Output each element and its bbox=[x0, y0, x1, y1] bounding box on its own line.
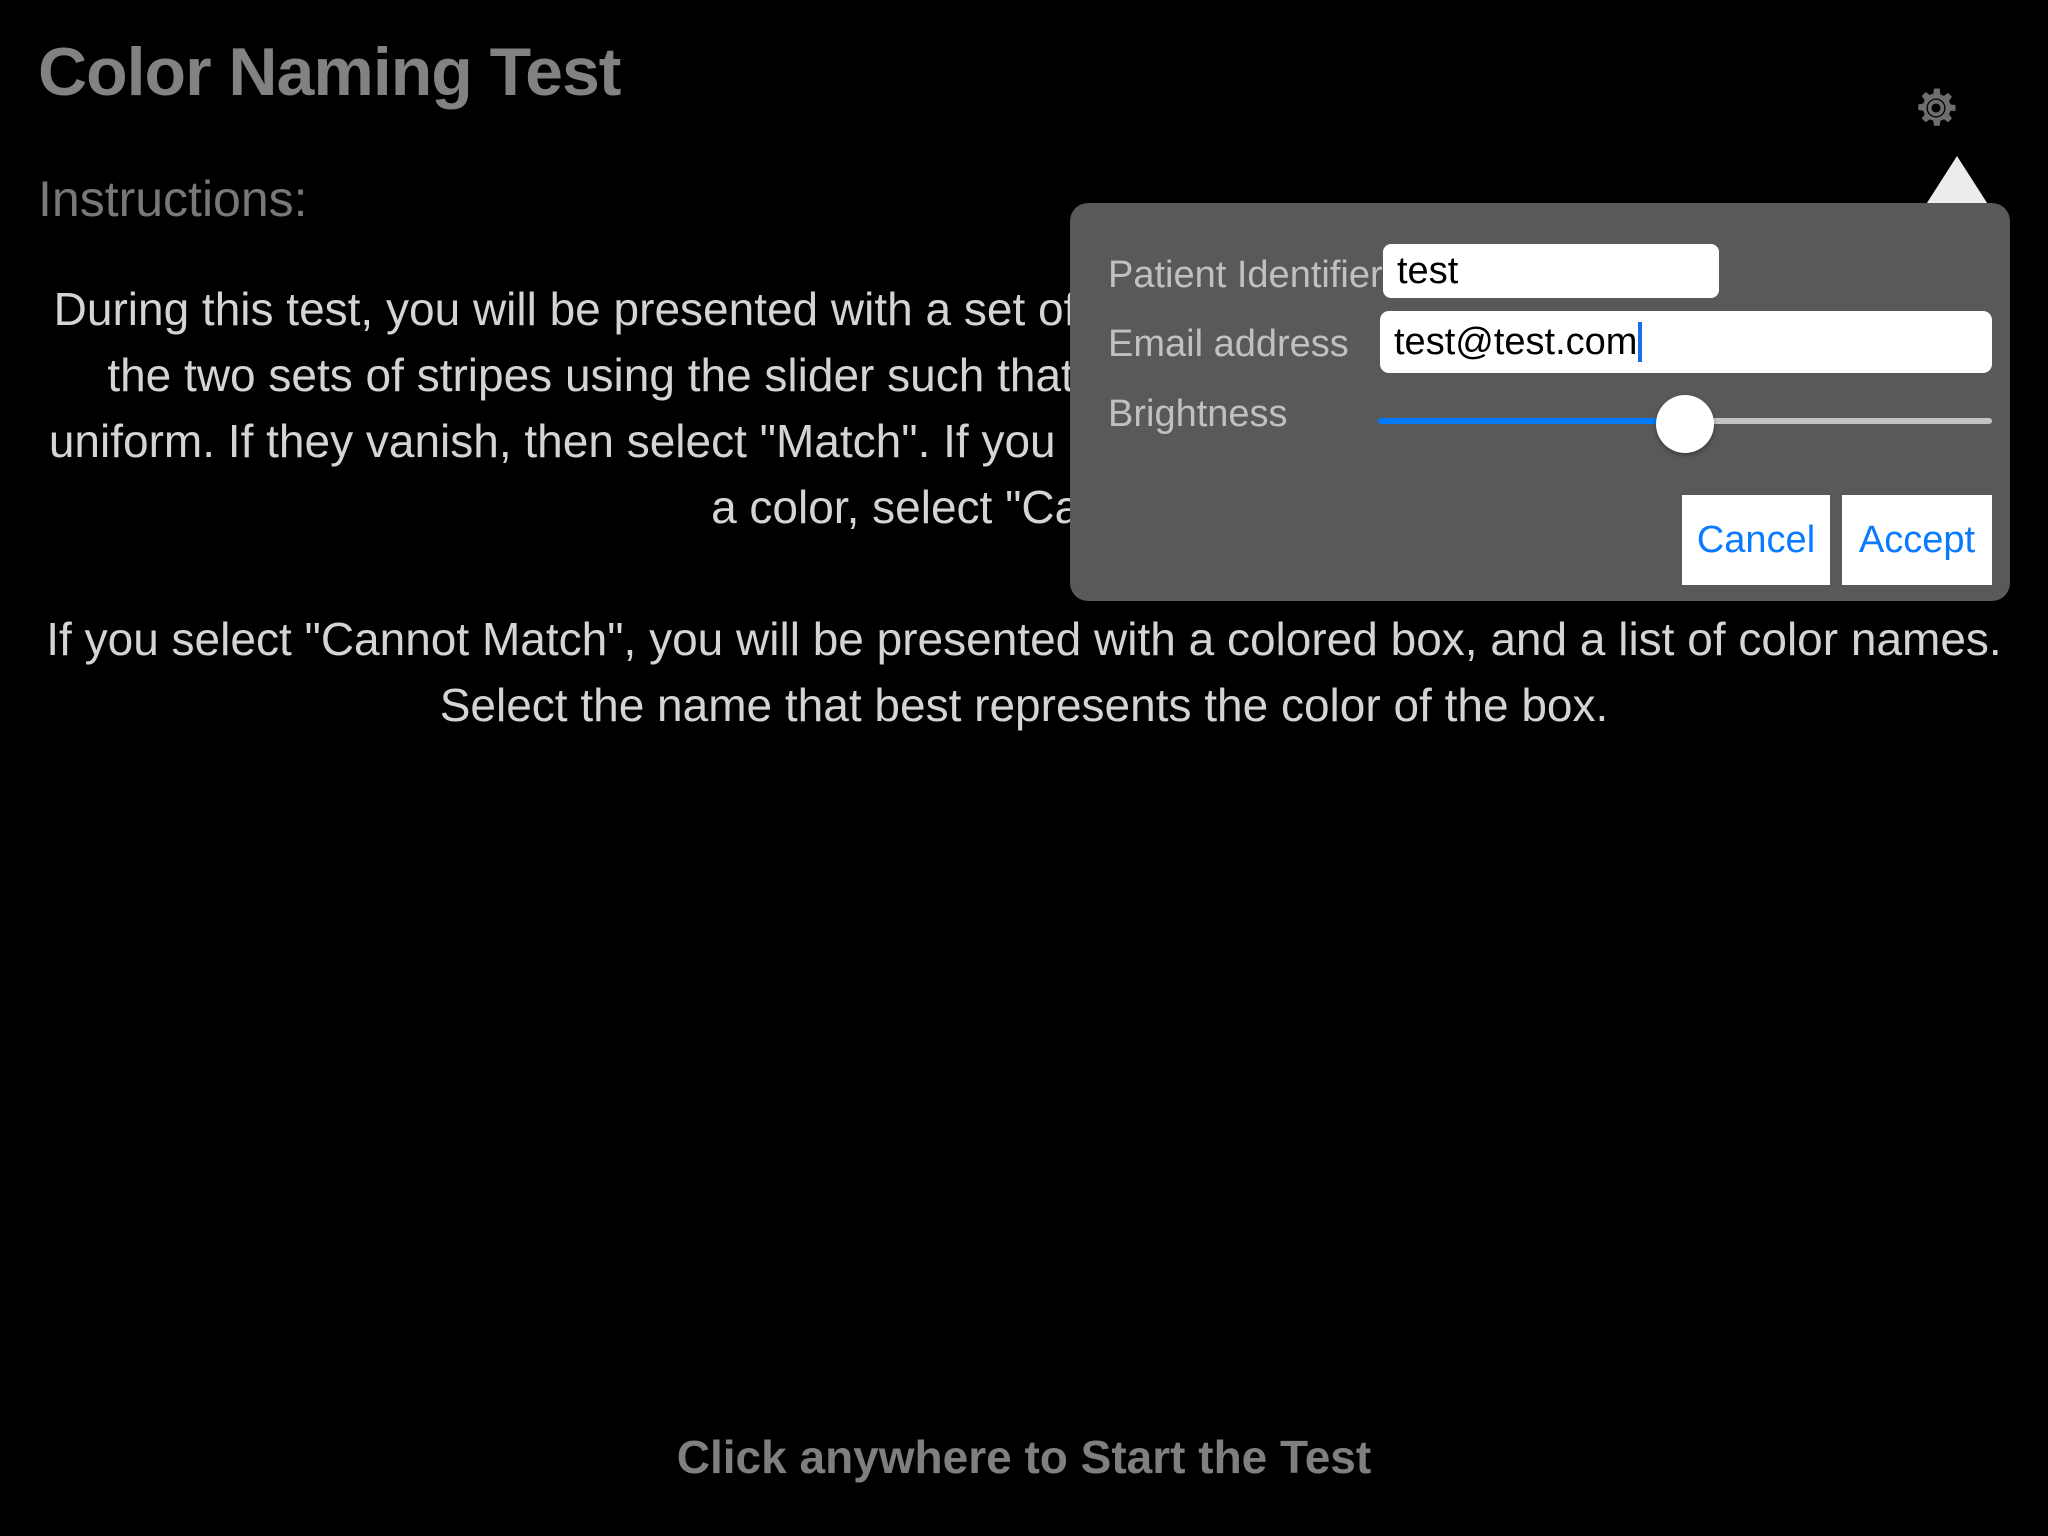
accept-button[interactable]: Accept bbox=[1842, 495, 1992, 585]
gear-icon bbox=[1910, 82, 1962, 134]
patient-identifier-label: Patient Identifier bbox=[1108, 254, 1383, 296]
settings-gear-button[interactable] bbox=[1908, 80, 1964, 136]
brightness-slider[interactable] bbox=[1378, 395, 1992, 453]
email-address-value: test@test.com bbox=[1394, 320, 1638, 363]
brightness-slider-thumb[interactable] bbox=[1656, 395, 1714, 453]
patient-identifier-value: test bbox=[1397, 249, 1459, 292]
instructions-paragraph-2: If you select "Cannot Match", you will b… bbox=[46, 613, 2002, 731]
cancel-button[interactable]: Cancel bbox=[1682, 495, 1830, 585]
popover-arrow bbox=[1925, 156, 1989, 206]
text-caret bbox=[1638, 322, 1643, 362]
brightness-label: Brightness bbox=[1108, 393, 1288, 435]
email-address-label: Email address bbox=[1108, 323, 1349, 365]
page-title: Color Naming Test bbox=[38, 34, 621, 110]
patient-identifier-input[interactable]: test bbox=[1383, 244, 1719, 298]
settings-popover: Patient Identifier test Email address te… bbox=[1070, 203, 2010, 601]
instructions-heading: Instructions: bbox=[38, 171, 308, 227]
app-screen[interactable]: Color Naming Test Instructions: During t… bbox=[0, 0, 2048, 1536]
start-test-hint[interactable]: Click anywhere to Start the Test bbox=[0, 1434, 2048, 1480]
brightness-track-fill bbox=[1378, 418, 1685, 424]
brightness-track-remainder bbox=[1685, 418, 1992, 424]
email-address-input[interactable]: test@test.com bbox=[1380, 311, 1992, 373]
